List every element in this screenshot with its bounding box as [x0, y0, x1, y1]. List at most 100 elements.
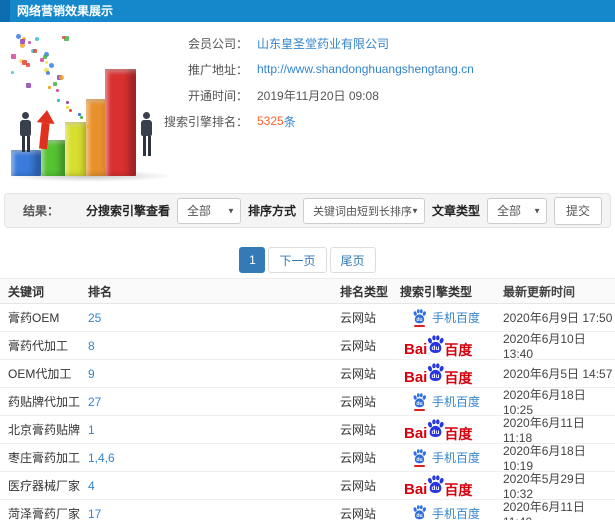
engine-label: 手机百度: [432, 395, 481, 409]
mobile-baidu-icon: du: [412, 392, 427, 411]
rank-type-cell: 云网站: [340, 395, 377, 409]
next-page-button[interactable]: 下一页: [268, 247, 327, 273]
engine-cell: du 手机百度: [400, 308, 495, 327]
baidu-bai-text: Bai: [404, 340, 428, 358]
submit-button[interactable]: 提交: [553, 196, 602, 225]
confetti-dot: [62, 36, 65, 39]
results-table: 关键词 排名 排名类型 搜索引擎类型 最新更新时间 膏药OEM 25 云网站 du 手机百度 202…: [0, 278, 615, 520]
engine-cell: du 手机百度: [400, 504, 495, 520]
info-fields: 会员公司： 山东皇圣堂药业有限公司 推广地址： http://www.shand…: [120, 30, 474, 134]
member-company-row: 会员公司： 山东皇圣堂药业有限公司: [120, 30, 474, 56]
caret-down-icon: ▼: [533, 206, 541, 215]
svg-text:du: du: [432, 485, 440, 492]
confetti-dot: [59, 75, 64, 80]
column-header-1: 排名: [88, 284, 113, 299]
rank-type-cell: 云网站: [340, 423, 377, 437]
seo-rank-unit: 条: [283, 114, 296, 129]
keyword-cell: OEM代加工: [8, 367, 72, 381]
filter-controls: 分搜索引擎查看 全部 ▼ 排序方式 关键词由短到长排序 ▼ 文章类型 全部 ▼ …: [86, 196, 602, 225]
member-company-link[interactable]: 山东皇圣堂药业有限公司: [257, 35, 389, 52]
confetti-dot: [20, 39, 25, 44]
article-type-select-value: 全部: [496, 204, 521, 218]
rank-type-cell: 云网站: [340, 507, 377, 520]
open-time-label: 开通时间：: [187, 88, 248, 103]
confetti-dot: [11, 54, 16, 59]
rank-type-cell: 云网站: [340, 339, 377, 353]
rank-cell: 4: [85, 479, 340, 493]
info-section: 会员公司： 山东皇圣堂药业有限公司 推广地址： http://www.shand…: [0, 22, 615, 193]
rank-cell: 17: [85, 507, 340, 520]
search-engine-logo-mobile-baidu: du 手机百度: [412, 504, 480, 520]
keyword-cell: 菏泽膏药厂家: [8, 507, 81, 520]
confetti-dot: [33, 49, 37, 53]
pagination: 1 下一页 尾页: [0, 247, 615, 273]
seo-rank-row: 搜索引擎排名： 5325 条: [120, 108, 474, 134]
rank-link[interactable]: 1,4,6: [88, 451, 115, 465]
keyword-cell: 膏药代加工: [8, 339, 69, 353]
keyword-cell: 药贴牌代加工: [8, 395, 81, 409]
keyword-cell: 医疗器械厂家: [8, 479, 81, 493]
page-button-current[interactable]: 1: [239, 247, 266, 273]
keyword-cell: 膏药OEM: [8, 311, 60, 325]
rank-link[interactable]: 9: [88, 367, 95, 381]
seo-rank-count: 5325: [257, 114, 284, 128]
svg-text:du: du: [432, 429, 440, 436]
confetti-dot: [28, 41, 31, 44]
updated-time-cell: 2020年6月18日 10:19: [503, 444, 586, 473]
engine-select[interactable]: 全部 ▼: [176, 197, 241, 224]
rank-cell: 8: [85, 339, 340, 353]
baidu-bai-text: Bai: [404, 480, 428, 498]
rank-type-cell: 云网站: [340, 311, 377, 325]
column-header-3: 搜索引擎类型: [400, 284, 473, 299]
table-row: 膏药OEM 25 云网站 du 手机百度 2020年6月9日 17:50: [0, 304, 615, 332]
person-torso: [20, 120, 31, 136]
baidu-du-icon: du: [426, 418, 445, 441]
baidu-paw-icon: du: [413, 308, 426, 323]
updated-time-cell: 2020年6月9日 17:50: [503, 311, 613, 325]
person-legs: [139, 136, 154, 156]
baidu-bai-text: Bai: [404, 424, 428, 442]
confetti-dot: [87, 125, 90, 128]
rank-link[interactable]: 27: [88, 395, 101, 409]
confetti-dot: [49, 63, 54, 68]
rank-link[interactable]: 8: [88, 339, 95, 353]
engine-cell: Bai du 百度: [400, 362, 495, 385]
last-page-button[interactable]: 尾页: [329, 247, 376, 273]
search-engine-logo-baidu: Bai du 百度: [404, 362, 472, 385]
search-engine-logo-baidu: Bai du 百度: [404, 334, 472, 358]
baidu-cn-text: 百度: [444, 481, 473, 498]
sort-select-value: 关键词由短到长排序: [312, 205, 412, 218]
rank-link[interactable]: 25: [88, 311, 101, 325]
confetti-dot: [53, 82, 57, 86]
baidu-du-icon: du: [426, 362, 445, 385]
rank-link[interactable]: 17: [88, 507, 101, 520]
confetti-dot: [40, 58, 44, 62]
filter-bar: 结果： 分搜索引擎查看 全部 ▼ 排序方式 关键词由短到长排序 ▼ 文章类型 全…: [4, 193, 611, 228]
article-type-select[interactable]: 全部 ▼: [486, 197, 547, 224]
svg-text:du: du: [416, 401, 422, 407]
mobile-baidu-icon: du: [412, 504, 427, 520]
member-company-label: 会员公司：: [187, 36, 248, 51]
baidu-paw-icon: du: [413, 448, 426, 463]
svg-text:du: du: [416, 457, 422, 463]
engine-cell: Bai du 百度: [400, 334, 495, 358]
promo-url-link[interactable]: http://www.shandonghuangshengtang.cn: [257, 62, 474, 76]
engine-cell: Bai du 百度: [400, 418, 495, 442]
results-label: 结果：: [23, 204, 60, 218]
confetti-dot: [69, 109, 72, 112]
search-engine-logo-baidu: Bai du 百度: [404, 418, 473, 442]
baidu-cn-text: 百度: [444, 425, 473, 442]
rank-link[interactable]: 4: [88, 479, 95, 493]
businessman-left: [18, 112, 33, 152]
table-row: OEM代加工 9 云网站 Bai du 百度 2020年6月5日 14:57: [0, 360, 615, 388]
rank-link[interactable]: 1: [88, 423, 95, 437]
search-engine-logo-baidu: Bai du 百度: [404, 474, 473, 498]
keyword-cell: 枣庄膏药加工: [8, 451, 81, 465]
keyword-cell: 北京膏药贴牌: [8, 423, 81, 437]
confetti-dot: [57, 99, 60, 102]
baidu-red-underline: [414, 408, 425, 411]
page-title: 网络营销效果展示: [17, 4, 114, 18]
rank-cell: 1: [85, 423, 340, 437]
sort-select[interactable]: 关键词由短到长排序 ▼: [302, 197, 425, 224]
updated-time-cell: 2020年6月18日 10:25: [503, 388, 586, 417]
